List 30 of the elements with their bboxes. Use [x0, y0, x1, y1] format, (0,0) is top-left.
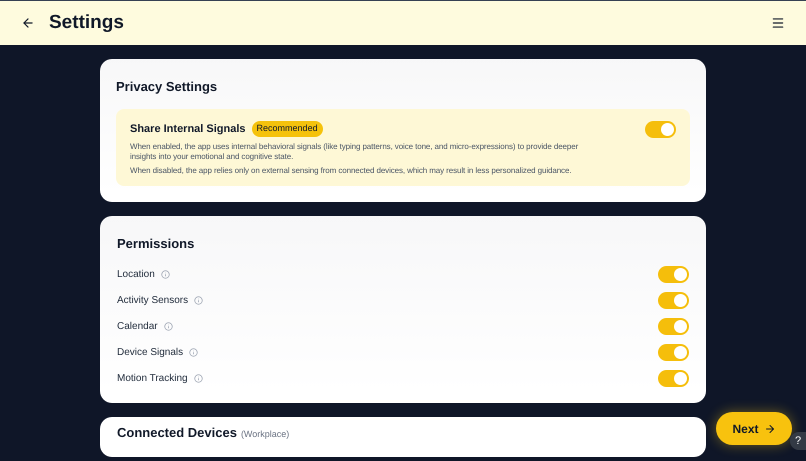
- setting-description: When enabled, the app uses internal behavioral signals (like typing patterns, voice tone, and micro-expressions) to provide deeper insights into your emotional and cognitive state.: [130, 142, 580, 162]
- permission-toggle[interactable]: [658, 344, 689, 360]
- recommended-badge: Recommended: [252, 121, 323, 136]
- permission-label: Device Signals: [117, 346, 184, 360]
- back-icon[interactable]: [21, 16, 35, 30]
- setting-toggle[interactable]: [645, 120, 676, 138]
- permission-toggle[interactable]: [658, 292, 689, 308]
- permission-toggle[interactable]: [658, 370, 689, 386]
- permission-toggle[interactable]: [658, 318, 689, 334]
- info-icon[interactable]: [160, 270, 170, 278]
- info-icon[interactable]: [194, 374, 203, 382]
- setting-label: Share Internal Signals: [130, 122, 246, 136]
- permission-label: Calendar: [117, 320, 158, 334]
- info-icon[interactable]: [164, 322, 173, 330]
- menu-icon[interactable]: [771, 16, 785, 30]
- arrow-right-icon: [764, 422, 776, 434]
- setting-description: When disabled, the app relies only on external sensing from connected devices, which may result in less personalized guidance.: [130, 166, 572, 176]
- help-button[interactable]: ?: [790, 432, 806, 450]
- info-icon[interactable]: [189, 348, 198, 356]
- info-icon[interactable]: [194, 296, 204, 304]
- card-title: Privacy Settings: [116, 78, 218, 96]
- permission-label: Activity Sensors: [117, 294, 188, 308]
- permission-label: Motion Tracking: [117, 372, 188, 386]
- permission-toggle[interactable]: [658, 266, 689, 282]
- page-title: Settings: [49, 10, 124, 35]
- card-subtitle: (Workplace): [240, 428, 290, 441]
- card-title: Connected Devices: [117, 424, 237, 442]
- card-title: Permissions: [117, 235, 196, 253]
- next-button[interactable]: Next: [716, 412, 792, 445]
- permission-label: Location: [117, 268, 155, 282]
